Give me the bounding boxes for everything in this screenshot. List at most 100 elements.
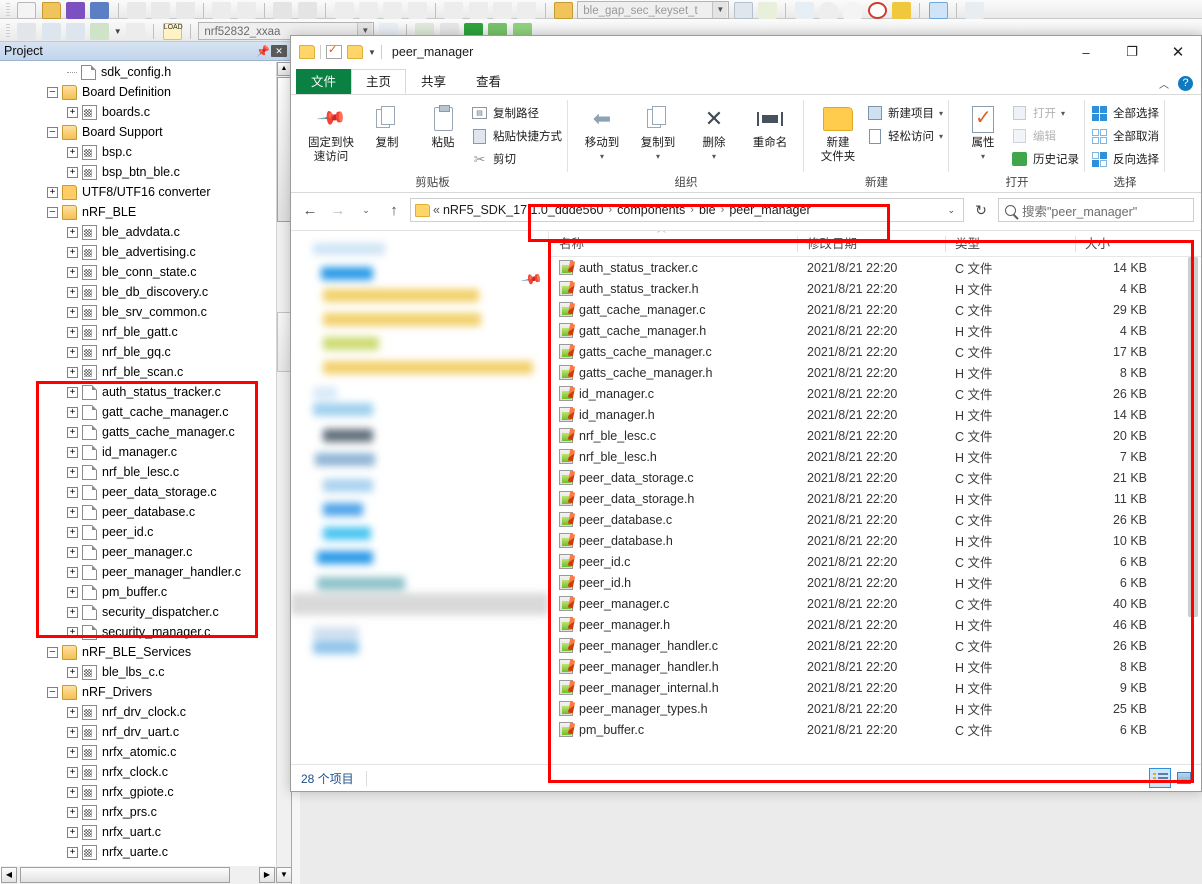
ribbon-tab-1[interactable]: 主页 xyxy=(351,69,407,94)
expand-icon[interactable]: + xyxy=(67,406,78,418)
chevron-down-icon[interactable]: ▾ xyxy=(981,150,985,164)
ribbon-tab-0[interactable]: 文件 xyxy=(296,69,352,94)
ribbon-button-rename[interactable]: 重命名 xyxy=(742,99,798,150)
up-arrow-icon[interactable]: ↑ xyxy=(382,198,406,222)
project-tree-item[interactable]: + nrfx_atomic.c xyxy=(1,742,276,762)
new-file-icon[interactable] xyxy=(17,1,37,19)
expand-icon[interactable]: + xyxy=(67,366,78,378)
expand-icon[interactable]: + xyxy=(67,166,78,178)
help-icon[interactable]: ? xyxy=(1178,76,1193,91)
project-tree-item[interactable]: – nRF_BLE xyxy=(1,202,276,222)
properties-icon[interactable] xyxy=(326,43,342,59)
chevron-up-icon[interactable]: ︿ xyxy=(1159,76,1169,91)
rebuild-icon[interactable] xyxy=(66,22,86,40)
breadcrumb-item-3[interactable]: peer_manager xyxy=(729,203,810,217)
chevron-down-icon[interactable]: ▼ xyxy=(368,48,376,57)
file-list-row[interactable]: id_manager.c 2021/8/21 22:20 C 文件 26 KB xyxy=(549,383,1201,404)
file-list-row[interactable]: peer_manager_internal.h 2021/8/21 22:20 H … xyxy=(549,677,1201,698)
uncomment-icon[interactable] xyxy=(517,1,537,19)
file-list-row[interactable]: gatts_cache_manager.h 2021/8/21 22:20 H 文件… xyxy=(549,362,1201,383)
ribbon-body[interactable]: 📌 固定到快 速访问 复制 粘贴 ▤ 复制路径 粘贴快捷方式 ✂ 剪切 剪贴板 ⬅ 移动到 ▾ 复制到 ▾ ✕… xyxy=(291,95,1201,193)
collapse-icon[interactable]: – xyxy=(47,686,58,698)
ribbon-button-delete[interactable]: ✕ 删除 ▾ xyxy=(686,99,742,164)
bookmark-prev-icon[interactable] xyxy=(383,1,403,19)
ribbon-button-history[interactable]: 历史记录 xyxy=(1011,149,1079,169)
expand-icon[interactable]: + xyxy=(67,746,78,758)
project-tree-item[interactable]: + gatts_cache_manager.c xyxy=(1,422,276,442)
ribbon-button-new-folder[interactable]: 新建 文件夹 xyxy=(810,99,866,164)
expand-icon[interactable]: + xyxy=(67,726,78,738)
maximize-button[interactable]: ❐ xyxy=(1109,36,1155,68)
undo-icon[interactable] xyxy=(212,1,232,19)
address-bar[interactable]: ← → ⌄ ↑ « nRF5_SDK_17.1.0_ddde560 › comp… xyxy=(291,193,1201,227)
expand-icon[interactable]: + xyxy=(67,226,78,238)
ribbon-button-easy-access[interactable]: 轻松访问 ▾ xyxy=(866,126,943,146)
file-list-row[interactable]: peer_database.c 2021/8/21 22:20 C 文件 26 KB xyxy=(549,509,1201,530)
project-tree-item[interactable]: + nrfx_uarte.c xyxy=(1,842,276,862)
project-tree-item[interactable]: + security_dispatcher.c xyxy=(1,602,276,622)
collapse-icon[interactable]: – xyxy=(47,206,58,218)
chevron-down-icon[interactable]: ▼ xyxy=(114,27,122,36)
expand-icon[interactable]: + xyxy=(67,326,78,338)
navigation-pane[interactable]: 📌 xyxy=(291,231,549,763)
file-list-row[interactable]: gatt_cache_manager.c 2021/8/21 22:20 C 文件 2… xyxy=(549,299,1201,320)
explorer-titlebar[interactable]: ▼ peer_manager – ❐ ✕ xyxy=(291,36,1201,68)
column-header-name[interactable]: 名称 xyxy=(549,231,797,257)
translate-icon[interactable] xyxy=(41,22,61,40)
file-list-row[interactable]: pm_buffer.c 2021/8/21 22:20 C 文件 6 KB xyxy=(549,719,1201,740)
file-list-row[interactable]: peer_manager_handler.c 2021/8/21 22:20 C 文… xyxy=(549,635,1201,656)
navigate-forward-icon[interactable] xyxy=(297,1,317,19)
batch-build-icon[interactable] xyxy=(90,22,110,40)
file-list-row[interactable]: gatt_cache_manager.h 2021/8/21 22:20 H 文件 4… xyxy=(549,320,1201,341)
file-list-row[interactable]: peer_id.c 2021/8/21 22:20 C 文件 6 KB xyxy=(549,551,1201,572)
details-view-icon[interactable] xyxy=(1149,768,1171,788)
expand-icon[interactable]: + xyxy=(67,466,78,478)
breadcrumb-item-2[interactable]: ble xyxy=(699,203,716,217)
hscroll-thumb[interactable] xyxy=(20,867,230,883)
expand-icon[interactable]: + xyxy=(67,786,78,798)
column-header-date[interactable]: 修改日期 xyxy=(797,231,945,257)
expand-icon[interactable]: + xyxy=(67,346,78,358)
folder-icon[interactable] xyxy=(347,45,363,59)
file-list-row[interactable]: peer_id.h 2021/8/21 22:20 H 文件 6 KB xyxy=(549,572,1201,593)
find-in-files-icon[interactable] xyxy=(733,1,753,19)
expand-icon[interactable]: + xyxy=(67,546,78,558)
expand-icon[interactable]: + xyxy=(67,586,78,598)
bookmark-toggle-icon[interactable] xyxy=(334,1,354,19)
project-tree-item[interactable]: + nrf_ble_lesc.c xyxy=(1,462,276,482)
scroll-up-button[interactable]: ▲ xyxy=(277,62,291,76)
scroll-down-button[interactable]: ▼ xyxy=(276,867,292,883)
file-list-row[interactable]: peer_manager.h 2021/8/21 22:20 H 文件 46 KB xyxy=(549,614,1201,635)
project-tree-item[interactable]: + ble_db_discovery.c xyxy=(1,282,276,302)
expand-icon[interactable]: + xyxy=(67,666,78,678)
project-tree-item[interactable]: + ble_lbs_c.c xyxy=(1,662,276,682)
bookmark-next-icon[interactable] xyxy=(358,1,378,19)
scroll-left-button[interactable]: ◀ xyxy=(1,867,17,883)
ribbon-button-select-none[interactable]: 全部取消 xyxy=(1091,126,1159,146)
project-tree-item[interactable]: + nrfx_gpiote.c xyxy=(1,782,276,802)
ribbon-button-copy-path[interactable]: ▤ 复制路径 xyxy=(471,103,562,123)
project-tree[interactable]: sdk_config.h – Board Definition + boards.c – B… xyxy=(1,62,276,866)
project-tree-item[interactable]: sdk_config.h xyxy=(1,62,276,82)
ribbon-button-pin[interactable]: 📌 固定到快 速访问 xyxy=(303,99,359,164)
collapse-icon[interactable]: – xyxy=(47,646,58,658)
expand-icon[interactable]: + xyxy=(67,806,78,818)
insert-icon[interactable] xyxy=(757,1,777,19)
project-tree-item[interactable]: – nRF_Drivers xyxy=(1,682,276,702)
project-tree-item[interactable]: + security_manager.c xyxy=(1,622,276,642)
file-list-row[interactable]: peer_manager_handler.h 2021/8/21 22:20 H 文… xyxy=(549,656,1201,677)
chevron-down-icon[interactable]: ▾ xyxy=(1061,109,1065,118)
project-tree-item[interactable]: + nrf_ble_gq.c xyxy=(1,342,276,362)
project-tree-item[interactable]: + boards.c xyxy=(1,102,276,122)
ribbon-button-invert-selection[interactable]: 反向选择 xyxy=(1091,149,1159,169)
project-tree-item[interactable]: + id_manager.c xyxy=(1,442,276,462)
file-list-scrollbar[interactable] xyxy=(1185,257,1201,763)
project-window-icon[interactable] xyxy=(928,1,948,19)
expand-icon[interactable]: + xyxy=(67,106,78,118)
breadcrumb-item-1[interactable]: components xyxy=(617,203,685,217)
expand-icon[interactable]: + xyxy=(67,706,78,718)
project-tree-item[interactable]: + nrfx_prs.c xyxy=(1,802,276,822)
ribbon-button-cut[interactable]: ✂ 剪切 xyxy=(471,149,562,169)
indent-icon[interactable] xyxy=(444,1,464,19)
chevron-down-icon[interactable]: ▾ xyxy=(600,150,604,164)
